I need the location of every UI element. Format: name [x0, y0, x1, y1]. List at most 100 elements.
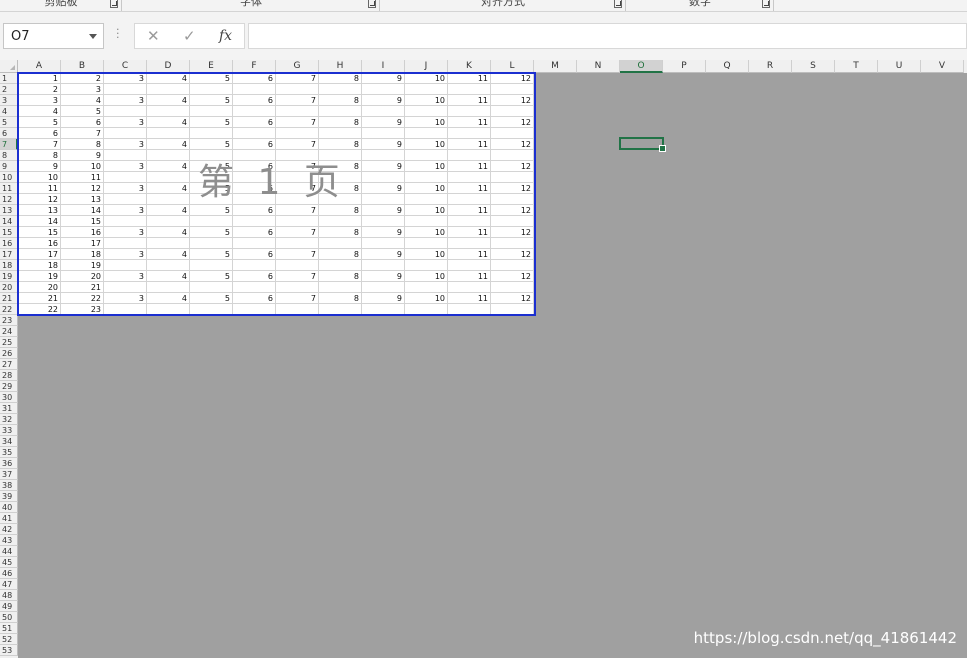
column-header-N[interactable]: N	[577, 60, 620, 73]
cell-J7[interactable]: 10	[405, 139, 448, 150]
cell-E5[interactable]: 5	[190, 117, 233, 128]
cell-B12[interactable]: 13	[61, 194, 104, 205]
cell-I19[interactable]: 9	[362, 271, 405, 282]
cell-D21[interactable]: 4	[147, 293, 190, 304]
cell-A22[interactable]: 22	[18, 304, 61, 315]
cell-C9[interactable]: 3	[104, 161, 147, 172]
cell-B9[interactable]: 10	[61, 161, 104, 172]
cell-A3[interactable]: 3	[18, 95, 61, 106]
cell-B2[interactable]: 3	[61, 84, 104, 95]
cell-B20[interactable]: 21	[61, 282, 104, 293]
cell-B8[interactable]: 9	[61, 150, 104, 161]
row-header-12[interactable]: 12	[0, 194, 18, 205]
row-header-34[interactable]: 34	[0, 436, 18, 447]
row-header-8[interactable]: 8	[0, 150, 18, 161]
fill-handle[interactable]	[659, 145, 666, 152]
column-header-H[interactable]: H	[319, 60, 362, 73]
cell-F13[interactable]: 6	[233, 205, 276, 216]
cell-B7[interactable]: 8	[61, 139, 104, 150]
row-header-21[interactable]: 21	[0, 293, 18, 304]
vertical-dots-icon[interactable]: · · ·	[116, 24, 120, 43]
cell-G17[interactable]: 7	[276, 249, 319, 260]
cell-B1[interactable]: 2	[61, 73, 104, 84]
cell-C19[interactable]: 3	[104, 271, 147, 282]
cell-D19[interactable]: 4	[147, 271, 190, 282]
dialog-launcher-icon[interactable]	[762, 0, 770, 8]
cell-C5[interactable]: 3	[104, 117, 147, 128]
cell-A19[interactable]: 19	[18, 271, 61, 282]
row-header-27[interactable]: 27	[0, 359, 18, 370]
dialog-launcher-icon[interactable]	[110, 0, 118, 8]
cell-B4[interactable]: 5	[61, 106, 104, 117]
cell-J13[interactable]: 10	[405, 205, 448, 216]
cell-I17[interactable]: 9	[362, 249, 405, 260]
row-header-4[interactable]: 4	[0, 106, 18, 117]
cell-L3[interactable]: 12	[491, 95, 534, 106]
cell-E1[interactable]: 5	[190, 73, 233, 84]
row-header-25[interactable]: 25	[0, 337, 18, 348]
row-header-5[interactable]: 5	[0, 117, 18, 128]
column-header-L[interactable]: L	[491, 60, 534, 73]
row-header-23[interactable]: 23	[0, 315, 18, 326]
cell-E15[interactable]: 5	[190, 227, 233, 238]
cell-C1[interactable]: 3	[104, 73, 147, 84]
row-header-9[interactable]: 9	[0, 161, 18, 172]
enter-check-icon[interactable]: ✓	[183, 27, 196, 45]
cell-L1[interactable]: 12	[491, 73, 534, 84]
row-header-33[interactable]: 33	[0, 425, 18, 436]
row-header-52[interactable]: 52	[0, 634, 18, 645]
select-all-corner[interactable]	[0, 60, 18, 73]
column-header-P[interactable]: P	[663, 60, 706, 73]
cell-L13[interactable]: 12	[491, 205, 534, 216]
row-header-28[interactable]: 28	[0, 370, 18, 381]
cell-B3[interactable]: 4	[61, 95, 104, 106]
cell-B10[interactable]: 11	[61, 172, 104, 183]
row-header-40[interactable]: 40	[0, 502, 18, 513]
cell-A2[interactable]: 2	[18, 84, 61, 95]
row-header-31[interactable]: 31	[0, 403, 18, 414]
cancel-icon[interactable]: ✕	[147, 27, 160, 45]
row-header-50[interactable]: 50	[0, 612, 18, 623]
cell-C3[interactable]: 3	[104, 95, 147, 106]
cell-I21[interactable]: 9	[362, 293, 405, 304]
cell-J21[interactable]: 10	[405, 293, 448, 304]
cell-A8[interactable]: 8	[18, 150, 61, 161]
cell-I13[interactable]: 9	[362, 205, 405, 216]
cell-H17[interactable]: 8	[319, 249, 362, 260]
row-header-41[interactable]: 41	[0, 513, 18, 524]
row-header-42[interactable]: 42	[0, 524, 18, 535]
cell-C17[interactable]: 3	[104, 249, 147, 260]
cell-B11[interactable]: 12	[61, 183, 104, 194]
cell-A10[interactable]: 10	[18, 172, 61, 183]
cell-A7[interactable]: 7	[18, 139, 61, 150]
cell-I5[interactable]: 9	[362, 117, 405, 128]
cell-A13[interactable]: 13	[18, 205, 61, 216]
cell-J11[interactable]: 10	[405, 183, 448, 194]
cell-B15[interactable]: 16	[61, 227, 104, 238]
row-header-46[interactable]: 46	[0, 568, 18, 579]
cell-K15[interactable]: 11	[448, 227, 491, 238]
cell-E7[interactable]: 5	[190, 139, 233, 150]
cell-I11[interactable]: 9	[362, 183, 405, 194]
name-box[interactable]: O7	[3, 23, 104, 49]
cell-E13[interactable]: 5	[190, 205, 233, 216]
row-header-15[interactable]: 15	[0, 227, 18, 238]
cell-B13[interactable]: 14	[61, 205, 104, 216]
row-header-29[interactable]: 29	[0, 381, 18, 392]
row-header-39[interactable]: 39	[0, 491, 18, 502]
cell-F15[interactable]: 6	[233, 227, 276, 238]
cell-G1[interactable]: 7	[276, 73, 319, 84]
cell-H7[interactable]: 8	[319, 139, 362, 150]
cell-C15[interactable]: 3	[104, 227, 147, 238]
column-header-G[interactable]: G	[276, 60, 319, 73]
column-header-U[interactable]: U	[878, 60, 921, 73]
cell-J17[interactable]: 10	[405, 249, 448, 260]
cell-A4[interactable]: 4	[18, 106, 61, 117]
cell-A15[interactable]: 15	[18, 227, 61, 238]
cell-H15[interactable]: 8	[319, 227, 362, 238]
cell-I15[interactable]: 9	[362, 227, 405, 238]
cell-K9[interactable]: 11	[448, 161, 491, 172]
cell-F21[interactable]: 6	[233, 293, 276, 304]
cell-A6[interactable]: 6	[18, 128, 61, 139]
cell-L11[interactable]: 12	[491, 183, 534, 194]
